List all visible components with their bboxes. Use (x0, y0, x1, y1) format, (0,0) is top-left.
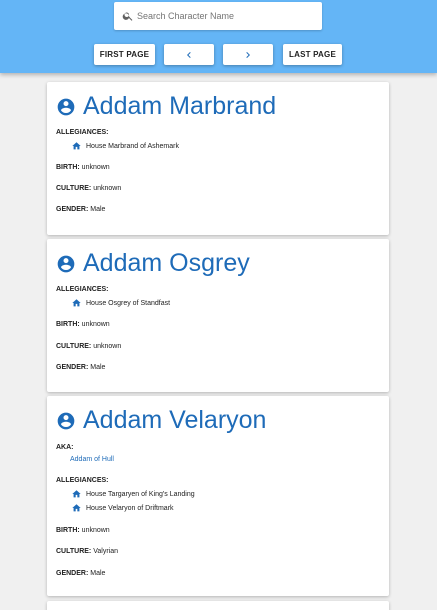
culture-field: CULTURE: unknown (56, 185, 122, 192)
character-header: Addam Velaryon (56, 408, 266, 433)
home-icon (72, 504, 81, 512)
culture-value: unknown (93, 343, 122, 350)
chevron-right-icon (246, 51, 250, 58)
aka-label: AKA: (56, 444, 74, 451)
birth-field: BIRTH: unknown (56, 527, 110, 534)
character-card: Addam Marbrand ALLEGIANCES: House Marbra… (47, 82, 389, 235)
allegiance-name: House Osgrey of Standfast (86, 299, 171, 307)
allegiance-name: House Velaryon of Driftmark (86, 504, 174, 512)
gender-field: GENDER: Male (56, 206, 106, 213)
search-icon (122, 12, 133, 21)
allegiance-name: House Targaryen of King's Landing (86, 490, 195, 498)
allegiance-item: House Targaryen of King's Landing (71, 489, 195, 499)
aka-link[interactable]: Addam of Hull (70, 456, 114, 463)
character-name[interactable]: Addam Velaryon (83, 408, 266, 433)
character-name[interactable]: Addam Osgrey (83, 251, 250, 276)
previous-page-button[interactable] (164, 44, 214, 65)
gender-value: Male (90, 570, 106, 577)
birth-value: unknown (81, 527, 110, 534)
culture-value: Valyrian (93, 548, 118, 555)
allegiance-item: House Osgrey of Standfast (71, 298, 170, 308)
next-page-button[interactable] (223, 44, 273, 65)
birth-field: BIRTH: unknown (56, 164, 110, 171)
allegiances-label: ALLEGIANCES: (56, 286, 109, 293)
character-header: Addam Osgrey (56, 251, 250, 276)
character-card: Addam Osgrey ALLEGIANCES: House Osgrey o… (47, 239, 389, 392)
culture-field: CULTURE: Valyrian (56, 548, 118, 555)
birth-field: BIRTH: unknown (56, 321, 110, 328)
gender-field: GENDER: Male (56, 364, 106, 371)
search-input[interactable] (137, 11, 317, 21)
allegiance-item: House Velaryon of Driftmark (71, 503, 174, 513)
home-icon (72, 142, 81, 150)
top-bar: FIRST PAGE LAST PAGE (0, 0, 437, 73)
character-card (47, 601, 389, 610)
home-icon (72, 299, 81, 307)
home-icon (72, 490, 81, 498)
first-page-button[interactable]: FIRST PAGE (94, 44, 155, 65)
account-circle-icon (57, 255, 75, 272)
gender-value: Male (90, 364, 106, 371)
last-page-button[interactable]: LAST PAGE (283, 44, 342, 65)
gender-field: GENDER: Male (56, 570, 106, 577)
account-circle-icon (57, 98, 75, 115)
chevron-left-icon (187, 51, 191, 58)
allegiances-label: ALLEGIANCES: (56, 129, 109, 136)
birth-value: unknown (81, 164, 110, 171)
culture-field: CULTURE: unknown (56, 343, 122, 350)
culture-value: unknown (93, 185, 122, 192)
allegiances-label: ALLEGIANCES: (56, 477, 109, 484)
allegiance-name: House Marbrand of Ashemark (86, 142, 179, 150)
allegiance-item: House Marbrand of Ashemark (71, 141, 179, 151)
search-box[interactable] (114, 2, 322, 30)
character-header: Addam Marbrand (56, 94, 276, 119)
character-card: Addam Velaryon AKA: Addam of Hull ALLEGI… (47, 396, 389, 596)
birth-value: unknown (81, 321, 110, 328)
gender-value: Male (90, 206, 106, 213)
account-circle-icon (57, 412, 75, 429)
character-name[interactable]: Addam Marbrand (83, 94, 276, 119)
